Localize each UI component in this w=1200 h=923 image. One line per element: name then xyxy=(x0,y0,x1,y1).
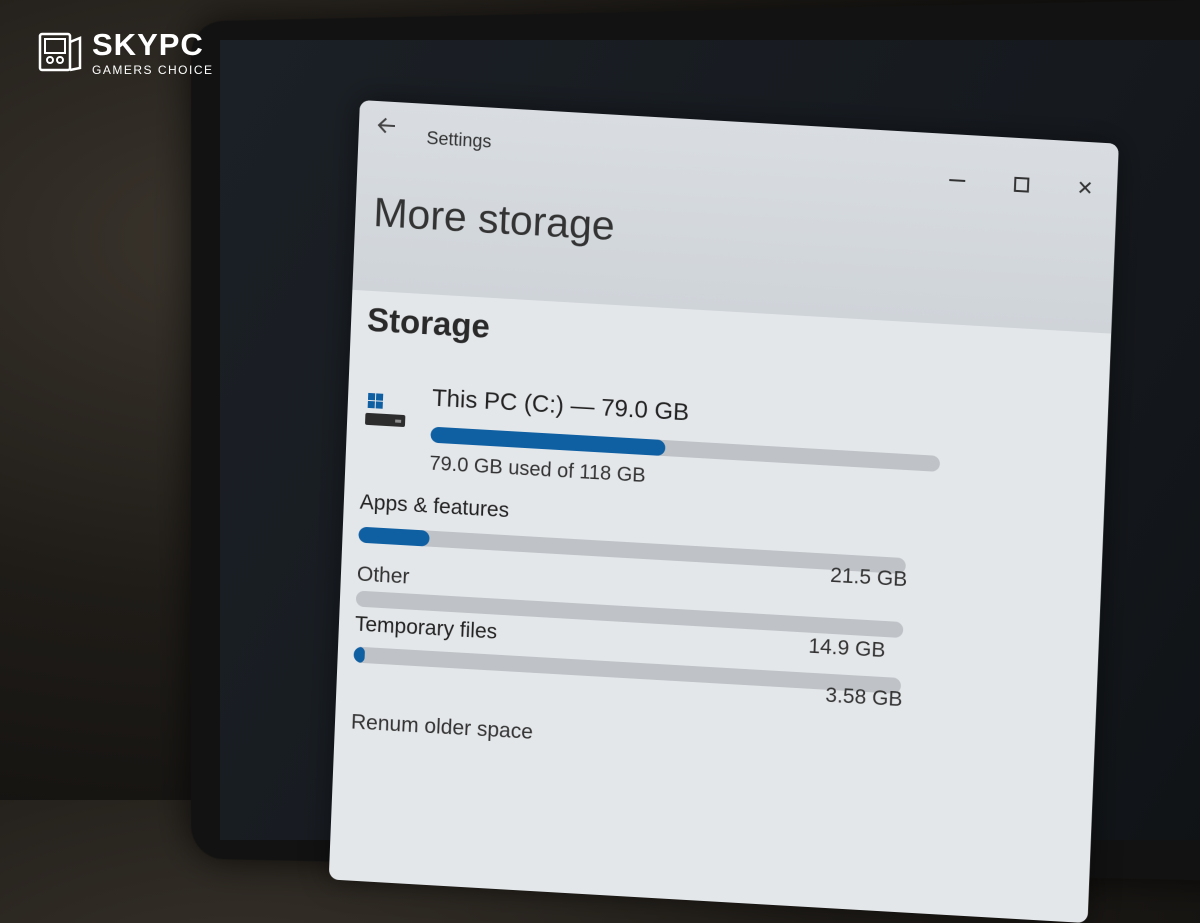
maximize-button[interactable] xyxy=(1009,172,1034,197)
drive-summary[interactable]: This PC (C:) — 79.0 GB 79.0 GB used of 1… xyxy=(365,381,964,487)
category-usage-fill xyxy=(353,646,366,664)
pc-case-icon xyxy=(38,32,82,72)
minimize-icon xyxy=(949,179,966,182)
app-title: Settings xyxy=(426,127,492,152)
minimize-button[interactable] xyxy=(945,168,970,193)
brand-name: SKYPC xyxy=(92,26,204,62)
window-controls: ✕ xyxy=(945,168,1098,201)
close-button[interactable]: ✕ xyxy=(1073,175,1098,200)
brand-logo: SKYPC GAMERS CHOICE xyxy=(36,28,214,76)
footer-link[interactable]: Renum older space xyxy=(351,710,534,744)
category-label: Temporary files xyxy=(354,612,498,644)
category-usage-bar xyxy=(358,526,907,575)
category-label: Apps & features xyxy=(359,490,510,523)
back-button[interactable] xyxy=(376,115,397,142)
close-icon: ✕ xyxy=(1076,176,1094,200)
brand-tagline: GAMERS CHOICE xyxy=(92,62,214,77)
windows-drive-icon xyxy=(365,392,406,427)
category-size: 21.5 GB xyxy=(829,563,908,592)
drive-used-text: 79.0 GB used of 118 GB xyxy=(429,452,647,487)
other-size: 14.9 GB xyxy=(807,634,886,663)
category-usage-fill xyxy=(358,526,431,547)
drive-usage-fill xyxy=(430,426,666,457)
category-apps[interactable]: Apps & features 21.5 GB Other xyxy=(357,490,909,592)
maximize-icon xyxy=(1013,176,1029,193)
drive-label: This PC (C:) — 79.0 GB xyxy=(431,384,690,427)
section-title: Storage xyxy=(366,300,491,345)
category-sublabel: Other xyxy=(356,562,410,589)
arrow-left-icon xyxy=(377,117,396,134)
category-size: 3.58 GB xyxy=(824,683,903,712)
page-title: More storage xyxy=(372,188,616,249)
